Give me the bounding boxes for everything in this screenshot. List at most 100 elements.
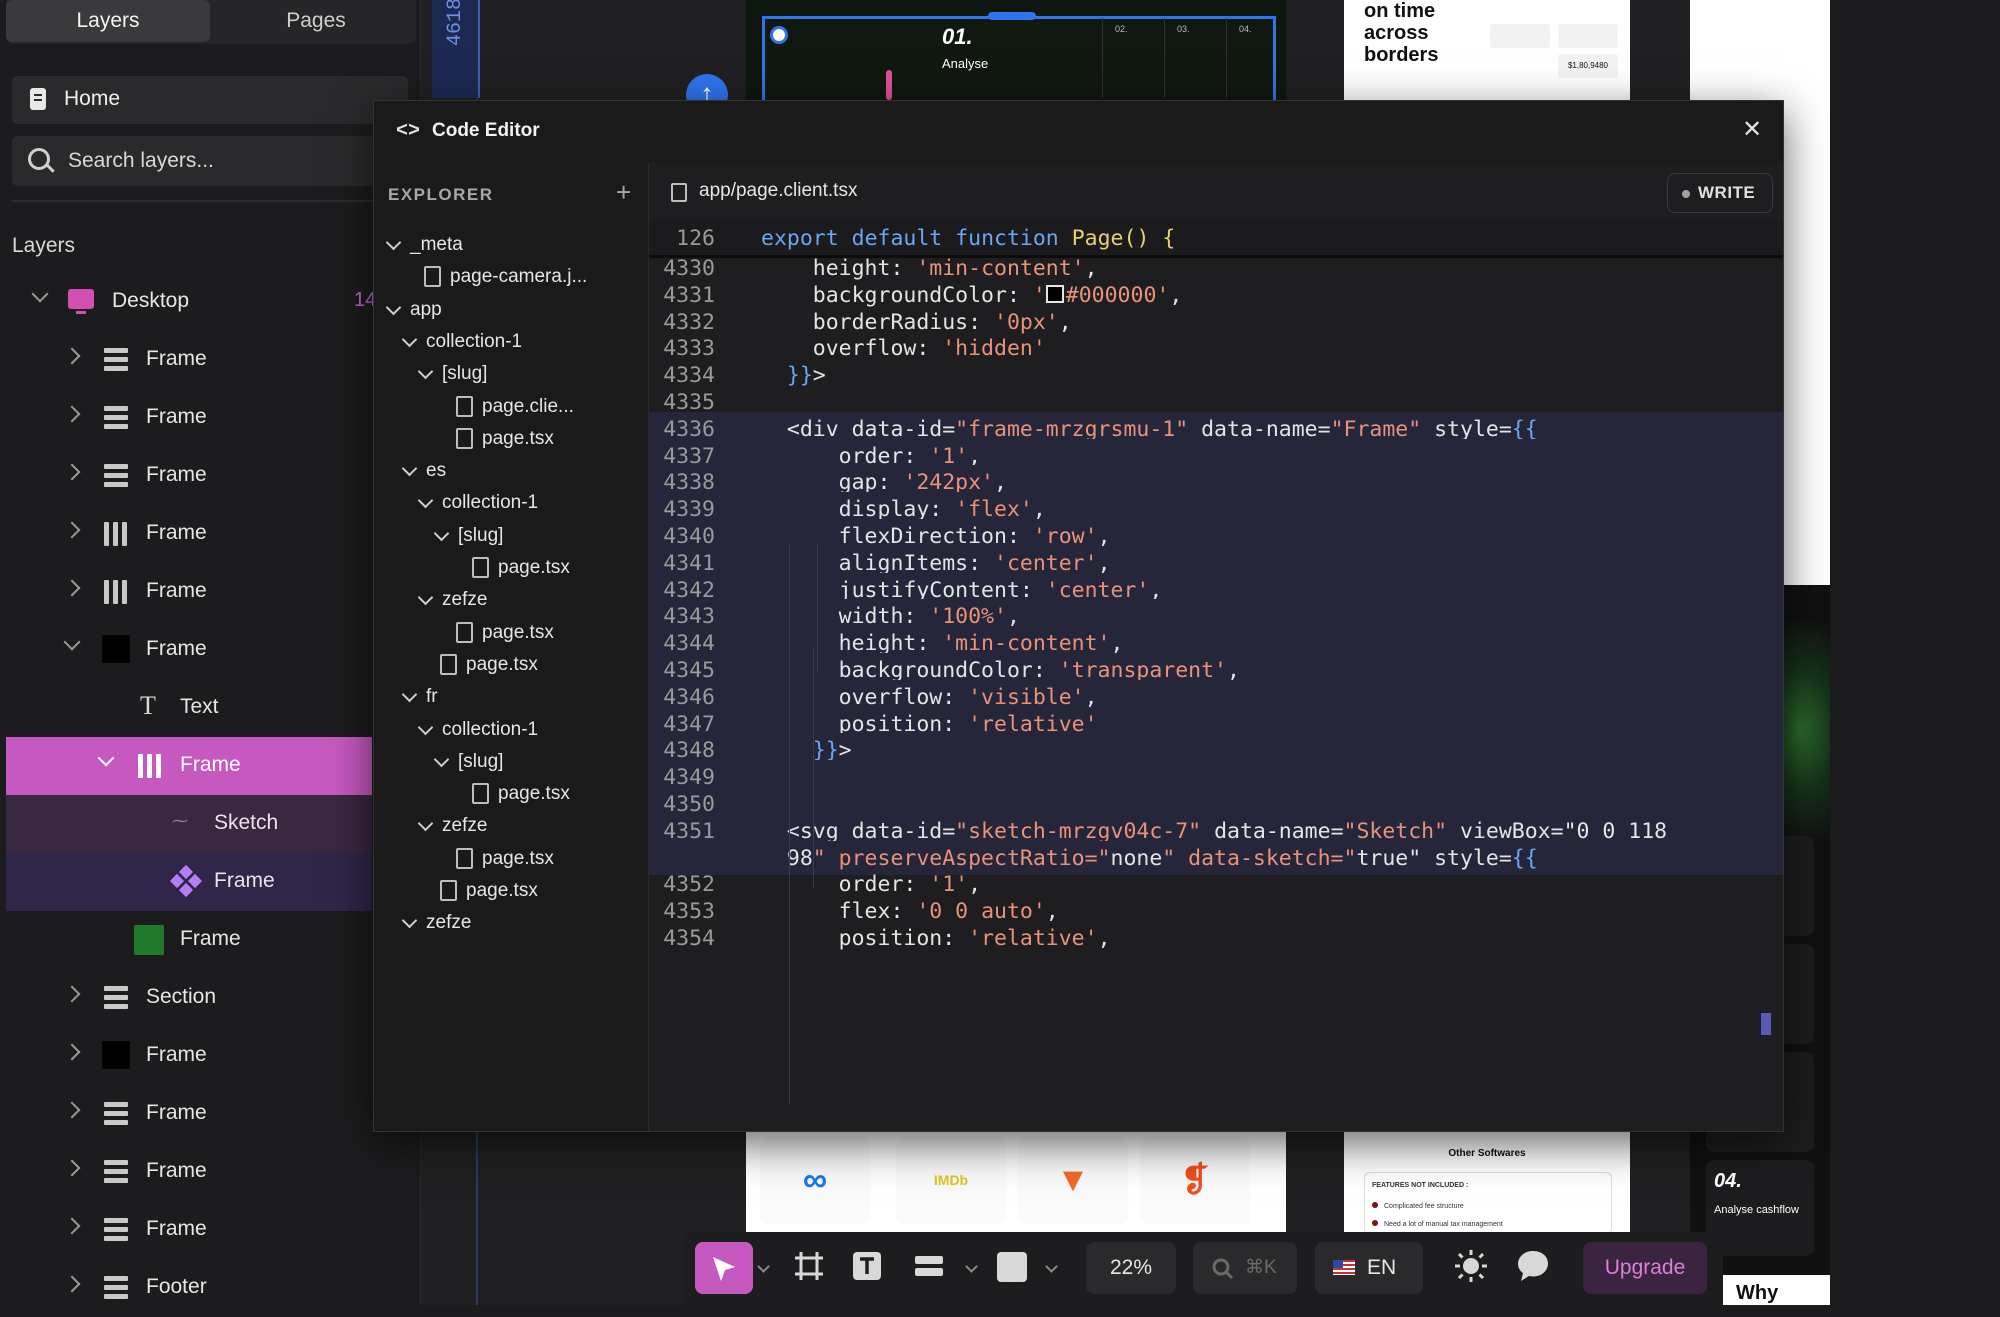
chevron-right-icon[interactable] <box>63 405 81 423</box>
file-tab[interactable]: app/page.client.tsx WRITE <box>649 163 1783 221</box>
chevron-down-icon[interactable] <box>417 590 434 606</box>
rows-layout-icon <box>104 1160 128 1184</box>
code-lines[interactable]: 126 export default function Page() {4330 … <box>649 221 1783 1131</box>
columns-layout-icon <box>138 754 162 778</box>
code-text: export default function Page() { <box>761 226 1176 251</box>
chevron-right-icon[interactable] <box>63 1043 81 1061</box>
zoom-control[interactable]: 22% <box>1086 1242 1176 1294</box>
add-file-icon[interactable]: + <box>616 177 631 208</box>
upgrade-button[interactable]: Upgrade <box>1583 1242 1707 1294</box>
preview-steps-section[interactable]: 01. Analyse 02. 03. 04. <box>746 0 1286 100</box>
chevron-down-icon[interactable] <box>385 234 402 251</box>
columns-layout-icon <box>104 580 128 604</box>
layer-row[interactable]: Frame <box>0 563 420 621</box>
command-search[interactable]: ⌘K <box>1193 1242 1297 1294</box>
chevron-right-icon[interactable] <box>63 521 81 539</box>
chevron-down-icon[interactable] <box>31 285 49 303</box>
indent-guide <box>817 543 818 673</box>
file-icon <box>456 621 473 643</box>
layer-name: Frame <box>146 579 207 602</box>
chevron-down-icon[interactable] <box>417 363 434 380</box>
editor-titlebar: <> Code Editor ✕ <box>374 101 1783 164</box>
search-input[interactable] <box>66 144 390 178</box>
chevron-right-icon[interactable] <box>63 985 81 1003</box>
layer-row-footer[interactable]: Footer <box>0 1259 420 1317</box>
layer-row[interactable]: Frame <box>0 505 420 563</box>
language-selector[interactable]: EN <box>1315 1242 1423 1294</box>
code-line[interactable]: 4354 position: 'relative', <box>649 921 1783 955</box>
layer-row[interactable]: Frame <box>0 447 420 505</box>
chevron-down-icon[interactable] <box>97 749 115 767</box>
layer-row-component[interactable]: Frame <box>6 853 372 911</box>
chevron-right-icon[interactable] <box>63 347 81 365</box>
selection-anchor[interactable] <box>770 26 788 44</box>
tree-item-label: zefze <box>426 912 472 934</box>
resize-handle[interactable] <box>988 12 1036 20</box>
file-icon <box>472 557 489 578</box>
chevron-down-icon[interactable] <box>401 686 418 703</box>
chevron-down-icon[interactable] <box>757 1260 770 1273</box>
chevron-down-icon[interactable] <box>63 633 81 651</box>
code-icon: <> <box>396 120 421 143</box>
other-softwares-card[interactable]: Other Softwares FEATURES NOT INCLUDED : … <box>1344 1128 1630 1234</box>
tab-pages[interactable]: Pages <box>218 0 414 42</box>
write-mode-button[interactable]: WRITE <box>1667 173 1773 213</box>
chevron-down-icon[interactable] <box>385 299 402 315</box>
rows-layout-icon <box>104 1218 128 1242</box>
text-icon: T <box>140 691 156 720</box>
preview-card-borders[interactable]: on time across borders $1,80,9480 <box>1344 0 1630 100</box>
text-tool-icon[interactable] <box>851 1250 883 1287</box>
tree-folder[interactable]: zefze <box>374 903 648 943</box>
chevron-down-icon[interactable] <box>417 493 434 509</box>
select-tool-button[interactable] <box>695 1242 753 1294</box>
shape-tool-icon[interactable] <box>995 1250 1029 1289</box>
canvas-right-margin <box>1830 0 2000 1305</box>
imdb-logo-icon: IMDb <box>896 1136 1006 1224</box>
layer-row-section[interactable]: Section <box>0 969 420 1027</box>
layer-row[interactable]: Frame <box>0 1201 420 1259</box>
chevron-right-icon[interactable] <box>63 1217 81 1235</box>
chevron-right-icon[interactable] <box>63 1101 81 1119</box>
layer-row[interactable]: Frame <box>0 621 420 679</box>
layer-row-selected[interactable]: Frame <box>6 737 372 795</box>
chevron-right-icon[interactable] <box>63 1275 81 1293</box>
layout-tool-icon[interactable] <box>913 1250 945 1287</box>
layer-row[interactable]: Frame <box>0 331 420 389</box>
chevron-down-icon[interactable] <box>417 816 434 832</box>
file-tab-label: app/page.client.tsx <box>699 180 858 201</box>
code-pane[interactable]: app/page.client.tsx WRITE 126 export defa… <box>649 163 1783 1131</box>
layer-row[interactable]: Frame <box>0 1143 420 1201</box>
layer-row-desktop[interactable]: Desktop 14 <box>0 273 420 331</box>
chevron-down-icon[interactable] <box>401 913 418 929</box>
frame-tool-icon[interactable] <box>793 1250 825 1287</box>
chevron-right-icon[interactable] <box>63 1159 81 1177</box>
logo-strip[interactable]: ∞ IMDb ▼ ❡ <box>746 1128 1286 1232</box>
chevron-down-icon[interactable] <box>433 751 450 768</box>
chevron-down-icon[interactable] <box>401 331 418 348</box>
page-selector[interactable]: Home <box>12 76 408 124</box>
chat-bubble-icon[interactable] <box>1515 1248 1551 1289</box>
page-icon <box>30 88 46 110</box>
chevron-down-icon[interactable] <box>401 460 418 477</box>
layers-panel: Layers Pages Home Layers Desktop 14 Fram… <box>0 0 421 1305</box>
layer-row[interactable]: Frame <box>0 911 420 969</box>
chevron-down-icon[interactable] <box>1045 1260 1058 1273</box>
layer-search[interactable] <box>12 136 408 186</box>
chevron-right-icon[interactable] <box>63 579 81 597</box>
tree-item-label: collection-1 <box>442 718 539 740</box>
close-icon[interactable]: ✕ <box>1742 115 1762 144</box>
chevron-down-icon[interactable] <box>417 719 434 735</box>
layer-row-text[interactable]: T Text <box>0 679 420 737</box>
layer-row[interactable]: Frame <box>0 1085 420 1143</box>
layer-row[interactable]: Frame <box>0 389 420 447</box>
tree-item-label: fr <box>426 686 438 708</box>
chevron-down-icon[interactable] <box>965 1260 978 1273</box>
chevron-right-icon[interactable] <box>63 463 81 481</box>
scrollbar-marker[interactable] <box>1761 1013 1771 1035</box>
tree-item-label: app <box>410 298 442 320</box>
tab-layers[interactable]: Layers <box>6 0 210 42</box>
layer-row-sketch[interactable]: ⁓ Sketch <box>6 795 372 853</box>
theme-sun-icon[interactable] <box>1453 1248 1489 1289</box>
layer-row[interactable]: Frame <box>0 1027 420 1085</box>
chevron-down-icon[interactable] <box>433 525 450 541</box>
